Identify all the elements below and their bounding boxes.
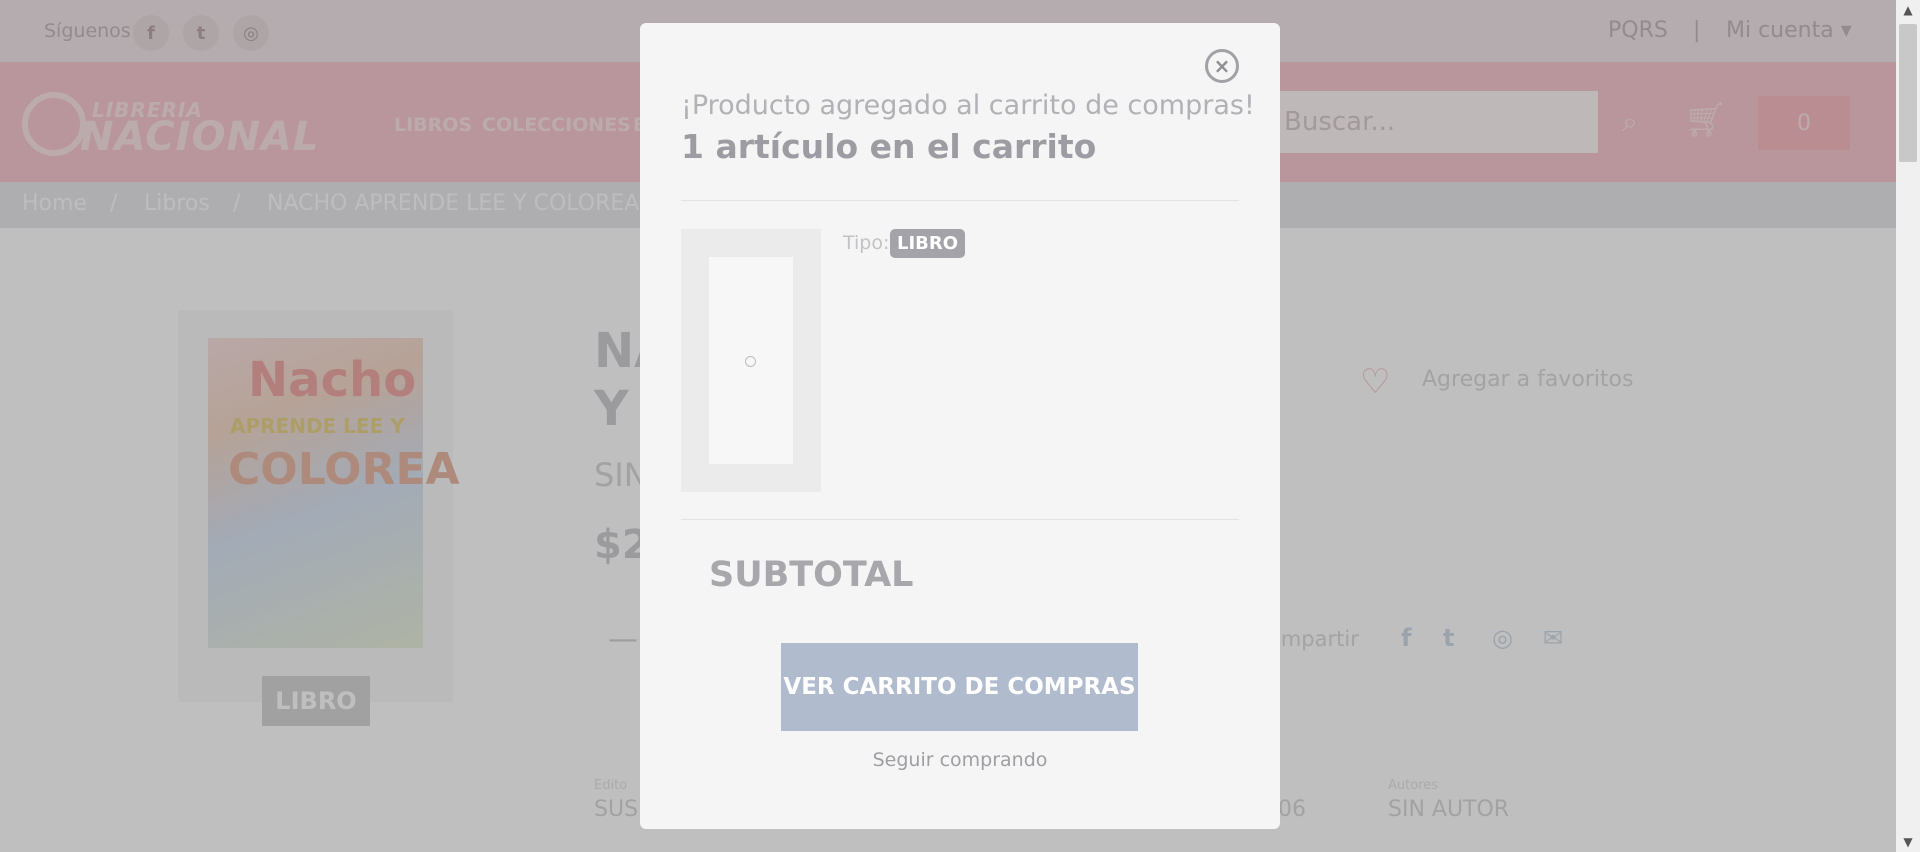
item-type-label: Tipo: [843, 232, 890, 254]
loading-spinner-icon [745, 356, 756, 367]
modal-heading: ¡Producto agregado al carrito de compras… [681, 90, 1255, 121]
scrollbar-thumb[interactable] [1899, 24, 1917, 162]
close-icon[interactable]: × [1205, 49, 1239, 83]
item-type-badge: LIBRO [890, 229, 966, 258]
divider [681, 200, 1239, 201]
thumbnail-placeholder [709, 257, 793, 464]
vertical-scrollbar[interactable]: ▲ ▼ [1896, 0, 1920, 852]
scroll-down-arrow-icon[interactable]: ▼ [1896, 832, 1920, 852]
cart-item-count: 1 artículo en el carrito [681, 127, 1097, 166]
scroll-up-arrow-icon[interactable]: ▲ [1896, 0, 1920, 20]
cart-item-thumbnail [681, 229, 821, 492]
view-cart-button[interactable]: VER CARRITO DE COMPRAS [781, 643, 1138, 731]
continue-shopping-link[interactable]: Seguir comprando [640, 749, 1280, 771]
divider [681, 519, 1239, 520]
subtotal-label: SUBTOTAL [709, 555, 914, 595]
added-to-cart-modal: × ¡Producto agregado al carrito de compr… [640, 23, 1280, 829]
